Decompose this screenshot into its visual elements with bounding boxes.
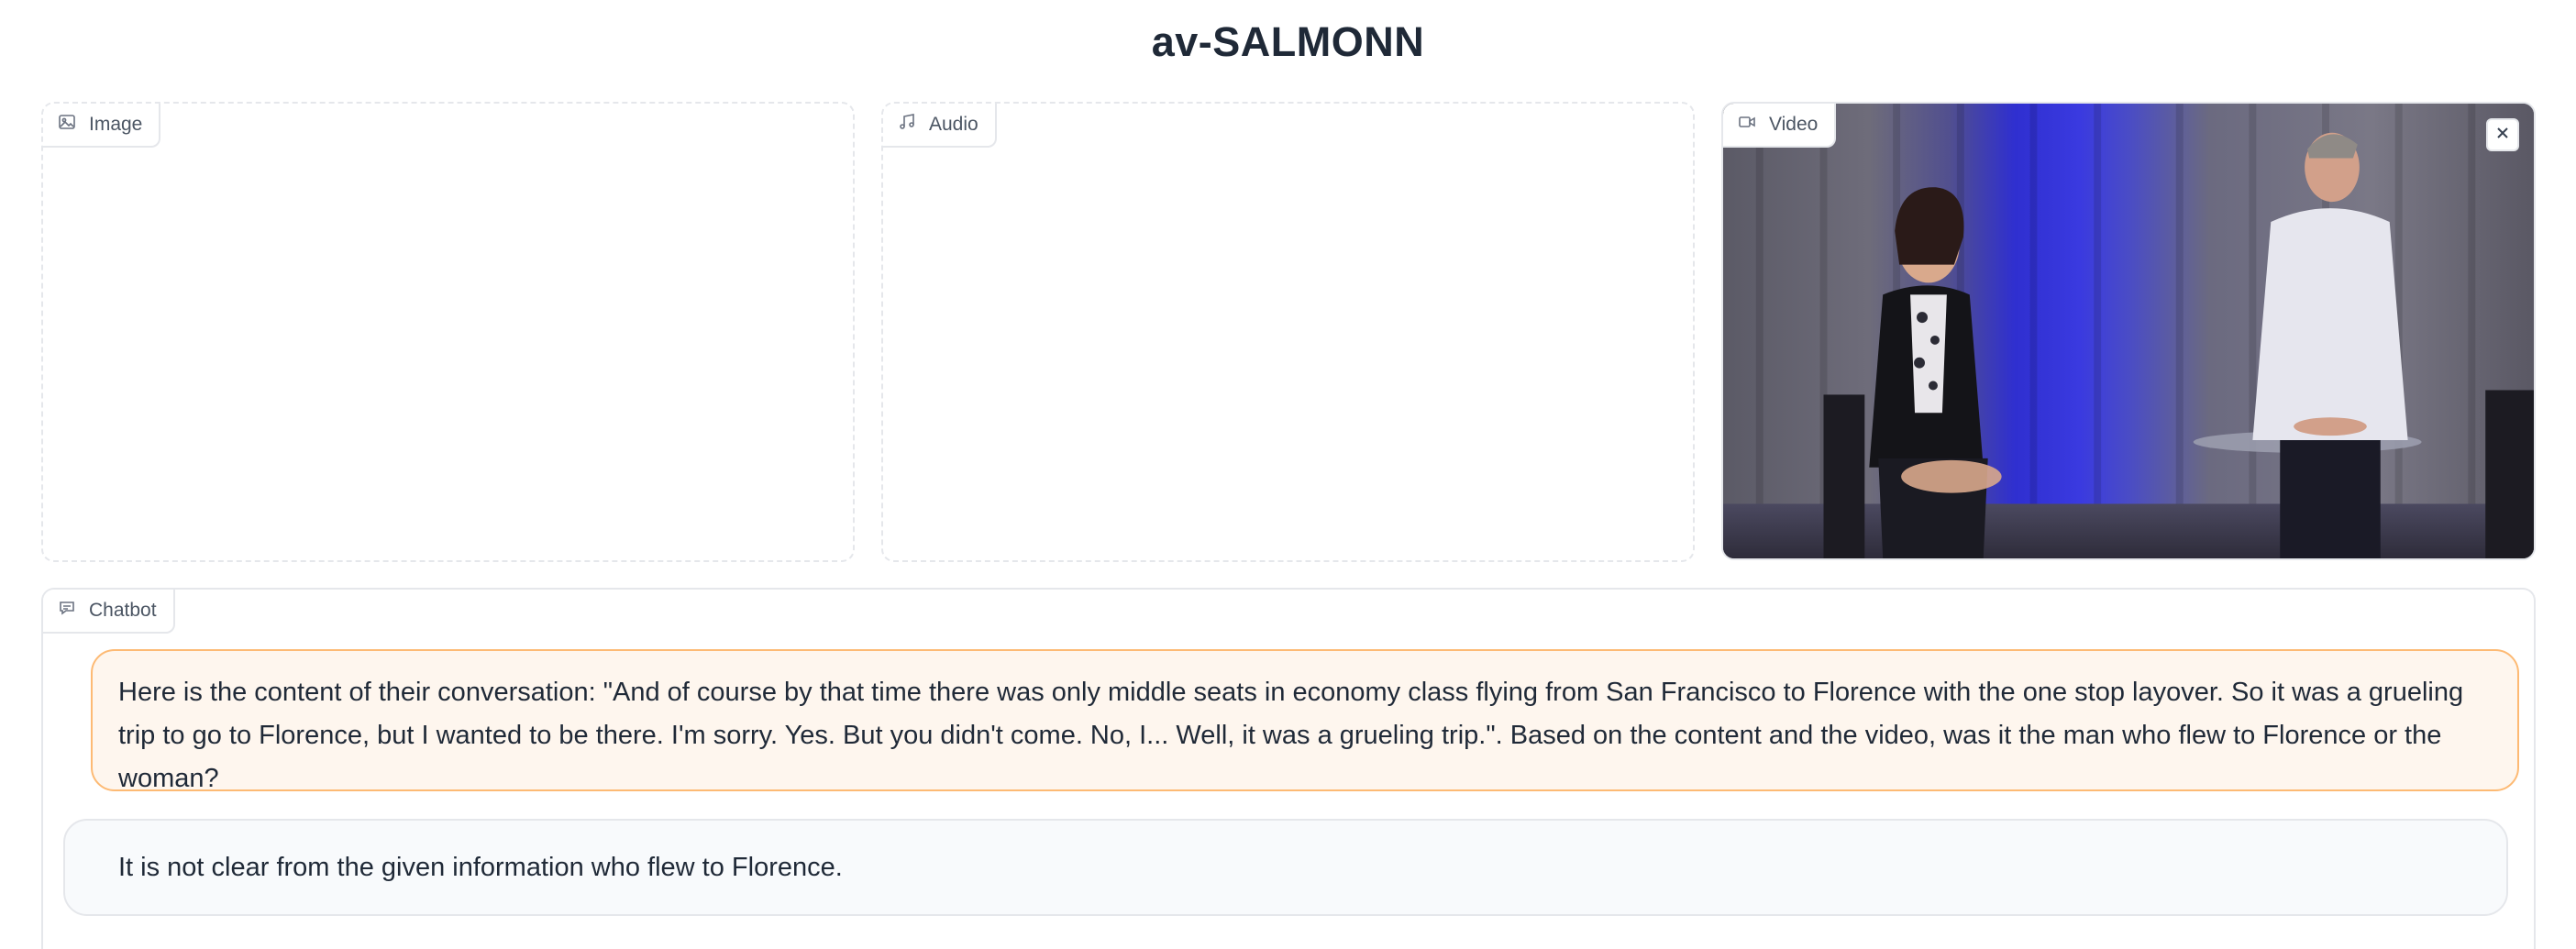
audio-label-text: Audio [929, 114, 978, 135]
image-icon [58, 113, 76, 137]
chatbot-panel: Chatbot Here is the content of their con… [41, 588, 2536, 949]
music-note-icon [898, 113, 916, 137]
image-panel-label: Image [43, 104, 161, 148]
audio-upload-panel[interactable]: Audio [881, 102, 1695, 562]
chatbot-panel-label: Chatbot [43, 590, 175, 634]
video-label-text: Video [1769, 114, 1819, 135]
chatbot-label-text: Chatbot [89, 600, 157, 621]
user-message: Here is the content of their conversatio… [91, 649, 2519, 793]
video-clear-button[interactable] [2486, 118, 2519, 151]
video-player[interactable] [1723, 104, 2534, 558]
video-frame-image [1723, 104, 2534, 558]
page-title: av-SALMONN [1151, 18, 1425, 65]
app-root: av-SALMONN Image Audio Video Chatbot Her… [0, 0, 2576, 949]
video-panel[interactable]: Video [1721, 102, 2536, 560]
image-upload-panel[interactable]: Image [41, 102, 855, 562]
chat-icon [58, 599, 76, 623]
video-panel-label: Video [1723, 104, 1837, 148]
close-icon [2495, 126, 2510, 145]
bot-message: It is not clear from the given informati… [63, 819, 2508, 916]
image-label-text: Image [89, 114, 143, 135]
audio-panel-label: Audio [883, 104, 997, 148]
video-camera-icon [1738, 113, 1756, 137]
